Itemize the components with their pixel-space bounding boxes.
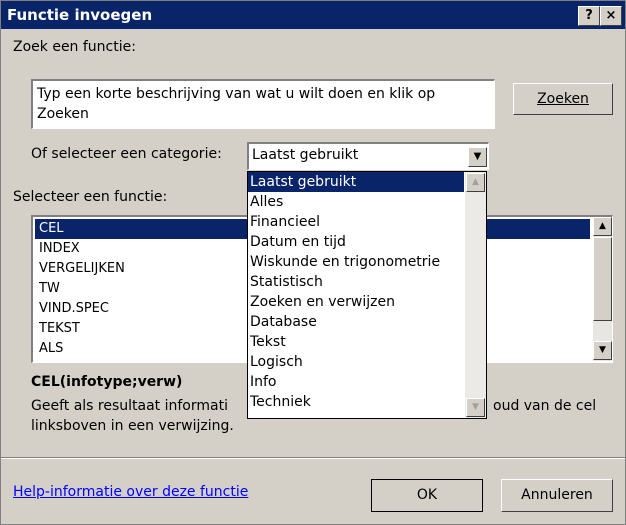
search-label-text: Zoek een functie: <box>13 39 136 55</box>
category-options: Laatst gebruikt Alles Financieel Datum e… <box>248 172 464 412</box>
category-option[interactable]: Zoeken en verwijzen <box>248 292 464 312</box>
close-button[interactable]: × <box>600 6 622 26</box>
dialog-title: Functie invoegen <box>7 6 153 24</box>
category-option[interactable]: Techniek <box>248 392 464 412</box>
function-signature: CEL(infotype;verw) <box>31 374 183 390</box>
function-list-scrollbar[interactable]: ▲ ▼ <box>593 217 612 361</box>
category-option[interactable]: Database <box>248 312 464 332</box>
category-label: Of selecteer een categorie: <box>31 146 222 162</box>
ok-button[interactable]: OK <box>371 479 483 512</box>
category-option[interactable]: Info <box>248 372 464 392</box>
help-button[interactable]: ? <box>578 6 600 26</box>
scroll-up-icon[interactable]: ▲ <box>466 173 485 192</box>
search-button-label: Zoeken <box>537 91 589 107</box>
search-input-text: Typ een korte beschrijving van wat u wil… <box>37 86 436 122</box>
help-link[interactable]: Help-informatie over deze functie <box>13 484 248 500</box>
search-label: Zoek een functie: <box>13 39 136 55</box>
function-description-line2: linksboven in een verwijzing. <box>31 418 234 434</box>
scroll-thumb[interactable] <box>593 237 612 321</box>
category-option[interactable]: Financieel <box>248 212 464 232</box>
category-dropdown[interactable]: Laatst gebruikt Alles Financieel Datum e… <box>247 171 487 419</box>
category-option[interactable]: Tekst <box>248 332 464 352</box>
category-select[interactable]: Laatst gebruikt ▼ <box>247 142 489 170</box>
category-dropdown-scrollbar[interactable]: ▲ ▼ <box>465 172 486 418</box>
category-option[interactable]: Laatst gebruikt <box>248 172 464 192</box>
category-option[interactable]: Logisch <box>248 352 464 372</box>
divider-highlight <box>1 458 625 459</box>
scroll-down-icon[interactable]: ▼ <box>593 341 612 360</box>
ok-button-label: OK <box>416 487 438 503</box>
search-button[interactable]: Zoeken <box>513 83 613 115</box>
cancel-button-label: Annuleren <box>521 487 593 503</box>
category-selected-value: Laatst gebruikt <box>252 147 359 163</box>
title-bar: Functie invoegen ? × <box>1 1 625 29</box>
function-list-label: Selecteer een functie: <box>13 189 168 205</box>
cancel-button[interactable]: Annuleren <box>501 479 613 512</box>
category-option[interactable]: Statistisch <box>248 272 464 292</box>
scroll-up-icon[interactable]: ▲ <box>593 217 612 236</box>
scroll-down-icon[interactable]: ▼ <box>466 398 485 417</box>
category-option[interactable]: Alles <box>248 192 464 212</box>
category-option[interactable]: Datum en tijd <box>248 232 464 252</box>
category-option[interactable]: Wiskunde en trigonometrie <box>248 252 464 272</box>
chevron-down-icon[interactable]: ▼ <box>468 147 487 167</box>
function-description-line1-left: Geeft als resultaat informati <box>31 398 228 414</box>
function-description-line1-right: oud van de cel <box>493 398 597 414</box>
search-input[interactable]: Typ een korte beschrijving van wat u wil… <box>31 79 495 129</box>
